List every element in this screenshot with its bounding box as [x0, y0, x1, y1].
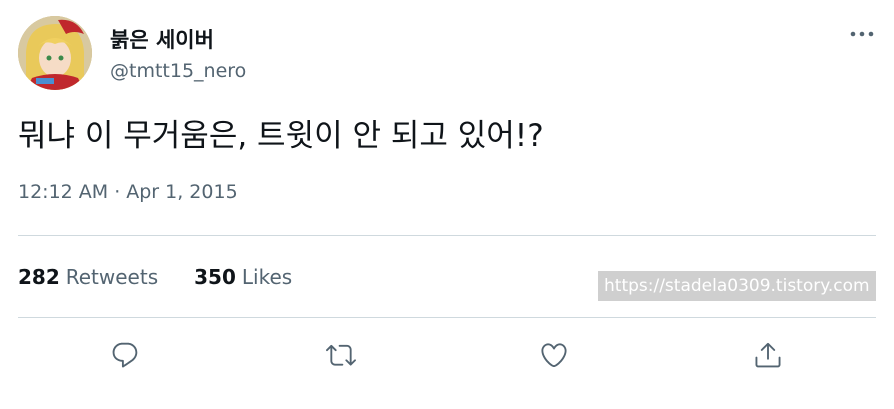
retweet-button[interactable]	[321, 335, 361, 375]
more-icon[interactable]	[846, 20, 878, 48]
user-handle[interactable]: @tmtt15_nero	[110, 60, 246, 82]
retweets-label: Retweets	[65, 265, 159, 289]
share-button[interactable]	[748, 335, 788, 375]
tweet-stats: 282 Retweets 350 Likes	[18, 265, 328, 289]
likes-label: Likes	[241, 265, 293, 289]
retweets-stat[interactable]: 282 Retweets	[18, 265, 158, 289]
heart-icon	[541, 343, 567, 368]
likes-count: 350	[194, 265, 236, 289]
divider	[18, 235, 876, 236]
tweet-date[interactable]: Apr 1, 2015	[126, 181, 237, 203]
reply-icon	[112, 342, 138, 368]
anime-avatar-icon	[18, 16, 92, 90]
retweets-count: 282	[18, 265, 60, 289]
watermark: https://stadela0309.tistory.com	[598, 271, 876, 301]
tweet-timestamp[interactable]: 12:12 AM · Apr 1, 2015	[18, 181, 238, 203]
avatar[interactable]	[18, 16, 92, 90]
likes-stat[interactable]: 350 Likes	[194, 265, 292, 289]
tweet-text: 뭐냐 이 무거움은, 트윗이 안 되고 있어!?	[18, 118, 544, 154]
tweet-time[interactable]: 12:12 AM	[18, 181, 108, 203]
share-icon	[755, 342, 781, 368]
reply-button[interactable]	[105, 335, 145, 375]
display-name[interactable]: 붉은 세이버	[110, 24, 214, 54]
divider	[18, 317, 876, 318]
like-button[interactable]	[534, 335, 574, 375]
retweet-icon	[326, 344, 356, 366]
tweet-card: 붉은 세이버 @tmtt15_nero 뭐냐 이 무거움은, 트윗이 안 되고 …	[0, 0, 894, 409]
action-bar	[0, 335, 894, 375]
meta-separator: ·	[114, 181, 121, 203]
